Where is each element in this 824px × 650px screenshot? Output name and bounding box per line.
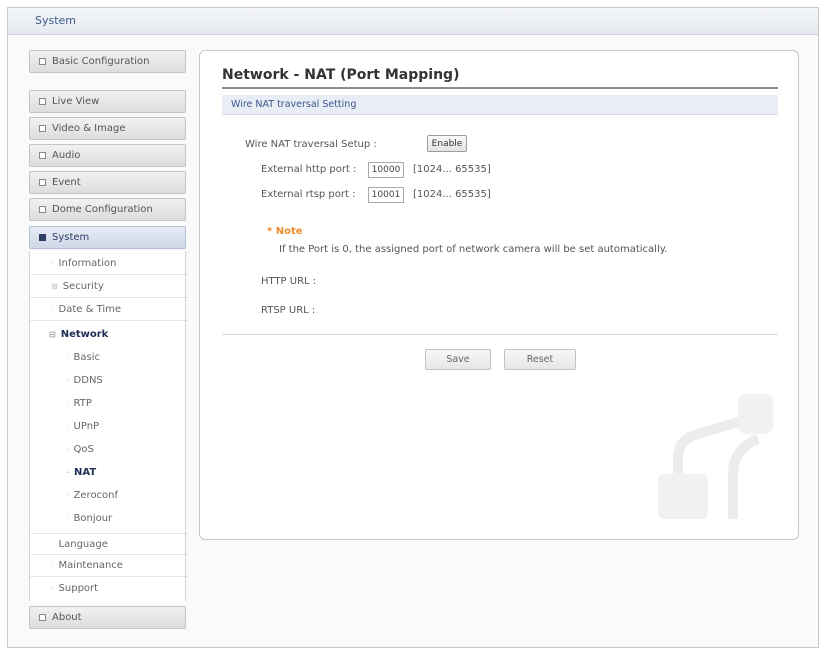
top-bar-title: System xyxy=(35,14,77,27)
nav-label: Live View xyxy=(52,96,100,107)
sidebar-item-qos[interactable]: · QoS xyxy=(30,438,187,460)
expand-square-icon xyxy=(39,614,46,621)
bullet-icon: · xyxy=(66,490,69,500)
expand-square-icon xyxy=(39,98,46,105)
bullet-icon: · xyxy=(66,421,69,431)
nav-label: Video & Image xyxy=(52,123,126,134)
sidebar-item-label: NAT xyxy=(74,466,97,478)
sidebar-item-label: QoS xyxy=(73,443,94,455)
sidebar-item-security[interactable]: ⊞ Security xyxy=(30,276,187,298)
sidebar-item-ddns[interactable]: · DDNS xyxy=(30,369,187,391)
http-port-range: [1024... 65535] xyxy=(413,164,491,175)
expand-square-icon xyxy=(39,58,46,65)
note-text: If the Port is 0, the assigned port of n… xyxy=(279,244,668,255)
system-submenu: · Information ⊞ Security · Date & Time ⊟… xyxy=(29,251,187,601)
sidebar-item-label: UPnP xyxy=(73,420,100,432)
sidebar-item-label: Maintenance xyxy=(58,560,123,571)
page-title: Network - NAT (Port Mapping) xyxy=(222,67,460,83)
top-bar: System xyxy=(8,8,818,35)
sidebar-item-bonjour[interactable]: · Bonjour xyxy=(30,507,187,529)
expand-square-icon xyxy=(39,179,46,186)
collapse-square-icon xyxy=(39,234,46,241)
camera-watermark-icon xyxy=(658,394,773,519)
sidebar-item-maintenance[interactable]: · Maintenance xyxy=(30,555,187,577)
sidebar-item-label: Zeroconf xyxy=(73,489,119,501)
rtsp-port-input[interactable]: 10001 xyxy=(368,187,404,203)
bullet-icon: · xyxy=(51,583,54,593)
http-port-label: External http port : xyxy=(261,164,357,175)
title-divider xyxy=(222,87,778,89)
http-port-input[interactable]: 10000 xyxy=(368,162,404,178)
sidebar-item-nat[interactable]: · NAT xyxy=(30,461,187,483)
nav-video-image[interactable]: Video & Image xyxy=(29,117,186,140)
sidebar-item-label: Bonjour xyxy=(73,512,113,524)
bullet-icon: · xyxy=(51,539,54,549)
section-header: Wire NAT traversal Setting xyxy=(222,95,778,115)
collapse-square-icon: ⊟ xyxy=(49,329,56,339)
section-header-label: Wire NAT traversal Setting xyxy=(231,99,357,110)
nav-label: Basic Configuration xyxy=(52,56,150,67)
sidebar-item-label: Language xyxy=(58,538,108,550)
nav-label: Event xyxy=(52,177,81,188)
sidebar-item-label: Security xyxy=(62,281,104,292)
bullet-icon: · xyxy=(66,513,69,523)
sidebar-item-label: RTP xyxy=(73,397,92,409)
nav-event[interactable]: Event xyxy=(29,171,186,194)
nav-label: Audio xyxy=(52,150,81,161)
nav-label: System xyxy=(52,232,90,243)
sidebar-item-label: Basic xyxy=(73,351,101,363)
nav-audio[interactable]: Audio xyxy=(29,144,186,167)
bullet-icon: · xyxy=(66,398,69,408)
nav-label: Dome Configuration xyxy=(52,204,153,215)
sidebar-item-date-time[interactable]: · Date & Time xyxy=(30,299,187,321)
sidebar-item-label: Support xyxy=(58,582,99,594)
expand-square-icon xyxy=(39,206,46,213)
sidebar-item-upnp[interactable]: · UPnP xyxy=(30,415,187,437)
sidebar-item-label: Network xyxy=(60,328,109,340)
bullet-icon: · xyxy=(66,444,69,454)
reset-button[interactable]: Reset xyxy=(504,349,576,370)
sidebar-item-label: DDNS xyxy=(73,374,103,386)
enable-button[interactable]: Enable xyxy=(427,135,467,152)
nav-basic-configuration[interactable]: Basic Configuration xyxy=(29,50,186,73)
nav-system[interactable]: System xyxy=(29,226,186,249)
note-title: * Note xyxy=(267,226,303,237)
nav-label: About xyxy=(52,612,82,623)
expand-square-icon xyxy=(39,125,46,132)
bullet-icon: · xyxy=(51,305,54,314)
setup-label: Wire NAT traversal Setup : xyxy=(245,139,377,150)
sidebar-item-information[interactable]: · Information xyxy=(30,253,187,275)
divider xyxy=(222,334,778,335)
rtsp-url-label: RTSP URL : xyxy=(261,305,316,316)
expand-square-icon: ⊞ xyxy=(51,282,58,291)
rtsp-port-label: External rtsp port : xyxy=(261,189,356,200)
save-button[interactable]: Save xyxy=(425,349,491,370)
expand-square-icon xyxy=(39,152,46,159)
nav-live-view[interactable]: Live View xyxy=(29,90,186,113)
sidebar-item-zeroconf[interactable]: · Zeroconf xyxy=(30,484,187,506)
sidebar-item-network[interactable]: ⊟ Network xyxy=(30,323,187,345)
nav-about[interactable]: About xyxy=(29,606,186,629)
sidebar-item-basic[interactable]: · Basic xyxy=(30,346,187,368)
sidebar-item-support[interactable]: · Support xyxy=(30,577,187,599)
sidebar-item-label: Information xyxy=(58,258,117,269)
nav-dome-configuration[interactable]: Dome Configuration xyxy=(29,198,186,221)
sidebar-item-label: Date & Time xyxy=(58,304,122,315)
rtsp-port-range: [1024... 65535] xyxy=(413,189,491,200)
content-panel: Network - NAT (Port Mapping) Wire NAT tr… xyxy=(199,50,799,540)
bullet-icon: · xyxy=(66,467,70,477)
bullet-icon: · xyxy=(51,561,54,570)
sidebar-item-rtp[interactable]: · RTP xyxy=(30,392,187,414)
sidebar-item-language[interactable]: · Language xyxy=(30,533,187,555)
bullet-icon: · xyxy=(66,375,69,385)
bullet-icon: · xyxy=(51,259,54,268)
http-url-label: HTTP URL : xyxy=(261,276,317,287)
bullet-icon: · xyxy=(66,352,69,362)
